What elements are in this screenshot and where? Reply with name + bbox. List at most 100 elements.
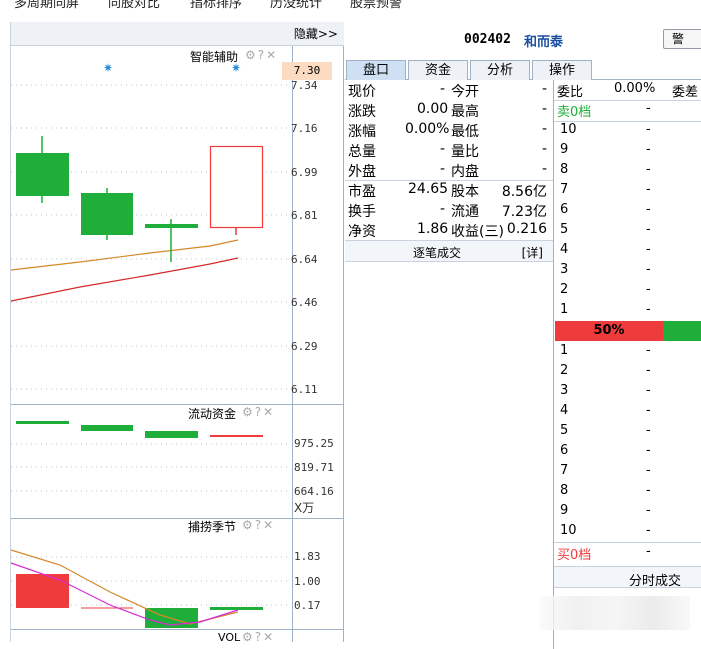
quote-label: 外盘 [348,164,376,180]
nav-history-stats[interactable]: 历没统计 [270,0,322,11]
buy-summary-label: 买0档 [557,548,592,563]
quote-label: 换手 [348,204,376,220]
buy-level-row[interactable]: 9- [554,502,701,522]
buy-level-value: - [646,483,651,498]
nav-multi-period[interactable]: 多周期同屏 [14,0,79,11]
sell-level-value: - [646,202,651,217]
help-icon[interactable]: ? [255,630,261,644]
sell-level-row[interactable]: 6- [554,201,701,221]
current-price-marker: 7.30 [282,62,332,80]
sell-level-number: 1 [560,302,569,317]
quote-value: 8.56亿 [501,184,547,200]
hide-bar: 隐藏>> [11,22,344,46]
help-icon[interactable]: ? [258,48,264,62]
stock-code: 002402 [464,32,511,47]
tab-order-book[interactable]: 盘口 [346,60,406,80]
buy-level-row[interactable]: 1- [554,342,701,362]
gear-icon[interactable]: ⚙ [245,48,256,62]
tab-capital[interactable]: 资金 [408,60,468,80]
nav-stock-compare[interactable]: 同股对比 [108,0,160,11]
sell-level-row[interactable]: 1- [554,301,701,321]
quote-value: - [440,201,446,217]
close-icon[interactable]: ✕ [263,518,273,532]
sell-level-row[interactable]: 8- [554,161,701,181]
flow-axis-label: 819.71 [294,461,334,474]
chart-area: 隐藏>> [10,22,344,642]
tick-deal-label[interactable]: 逐笔成交 [413,244,461,261]
panel-divider [11,404,344,405]
quote-value: 7.23亿 [501,204,547,220]
quote-value: 1.86 [417,221,449,237]
sell-level-row[interactable]: 4- [554,241,701,261]
buy-summary-row: 买0档 - [554,543,701,563]
tab-analysis[interactable]: 分析 [470,60,530,80]
buy-level-row[interactable]: 8- [554,482,701,502]
sell-level-row[interactable]: 7- [554,181,701,201]
hide-button[interactable]: 隐藏>> [294,25,338,42]
buy-level-row[interactable]: 7- [554,462,701,482]
nav-indicator-sort[interactable]: 指标排序 [190,0,242,11]
help-icon[interactable]: ? [255,405,261,419]
sell-level-number: 6 [560,202,569,217]
buy-summary-value: - [646,544,651,559]
quote-value: - [541,161,547,177]
sell-level-row[interactable]: 3- [554,261,701,281]
sell-level-value: - [646,302,651,317]
flow-axis-label: 664.16 [294,485,334,498]
sell-level-row[interactable]: 5- [554,221,701,241]
buy-level-row[interactable]: 5- [554,422,701,442]
buy-level-row[interactable]: 3- [554,382,701,402]
sell-level-row[interactable]: 9- [554,141,701,161]
buy-level-value: - [646,423,651,438]
help-icon[interactable]: ? [255,518,261,532]
sell-level-value: - [646,222,651,237]
buy-level-row[interactable]: 6- [554,442,701,462]
panel-title-flow-capital: 流动资金 [188,407,237,421]
time-deal-label[interactable]: 分时成交 [629,570,681,589]
buy-level-value: - [646,443,651,458]
sell-summary-label: 卖0档 [557,105,592,120]
sell-level-row[interactable]: 2- [554,281,701,301]
sell-level-row[interactable]: 10 - [554,121,701,141]
close-icon[interactable]: ✕ [266,48,276,62]
buy-level-row[interactable]: 4- [554,402,701,422]
sell-level-value: - [646,162,651,177]
detail-button[interactable]: [详] [522,244,543,261]
season-axis-label: 1.83 [294,550,321,563]
quote-value: - [541,121,547,137]
quote-label: 市盈 [348,184,376,200]
close-icon[interactable]: ✕ [263,405,273,419]
gear-icon[interactable]: ⚙ [242,518,253,532]
quote-row: 涨幅 0.00% 最低 - [345,120,553,140]
price-axis-label: 6.46 [291,296,318,309]
panel-title-season: 捕捞季节 [188,520,237,534]
tab-operation[interactable]: 操作 [532,60,592,80]
sell-level-number: 3 [560,262,569,277]
buy-level-number: 5 [560,423,569,438]
quote-label: 内盘 [451,164,479,180]
sell-level-number: 5 [560,222,569,237]
quote-label: 现价 [348,84,376,100]
panel-title-smart-assist: 智能辅助 [190,50,239,64]
quote-value: 0.00% [405,121,450,137]
buy-level-row[interactable]: 10 - [554,522,701,542]
price-axis-label: 7.34 [291,79,318,92]
flow-unit-label: X万 [294,501,315,515]
buy-level-number: 8 [560,483,569,498]
sell-level-value: - [646,142,651,157]
quote-tabs: 盘口 资金 分析 操作 [345,58,701,80]
nav-stock-alert[interactable]: 股票预警 [350,0,402,11]
quote-row: 净资 1.86 收益(三) 0.216 [345,220,553,240]
sell-level-number: 9 [560,142,569,157]
quote-value: - [541,81,547,97]
buy-level-row[interactable]: 2- [554,362,701,382]
quote-value: - [541,101,547,117]
gear-icon[interactable]: ⚙ [242,405,253,419]
close-icon[interactable]: ✕ [263,630,273,644]
panel-icons: ⚙? ✕ [240,518,273,532]
blurred-region [540,596,690,630]
warning-button[interactable]: 警 [663,29,701,49]
time-deal-bar: 分时成交 [554,566,701,589]
gear-icon[interactable]: ⚙ [242,630,253,644]
commission-ratio-row: 委比 0.00% 委差 [554,80,701,100]
